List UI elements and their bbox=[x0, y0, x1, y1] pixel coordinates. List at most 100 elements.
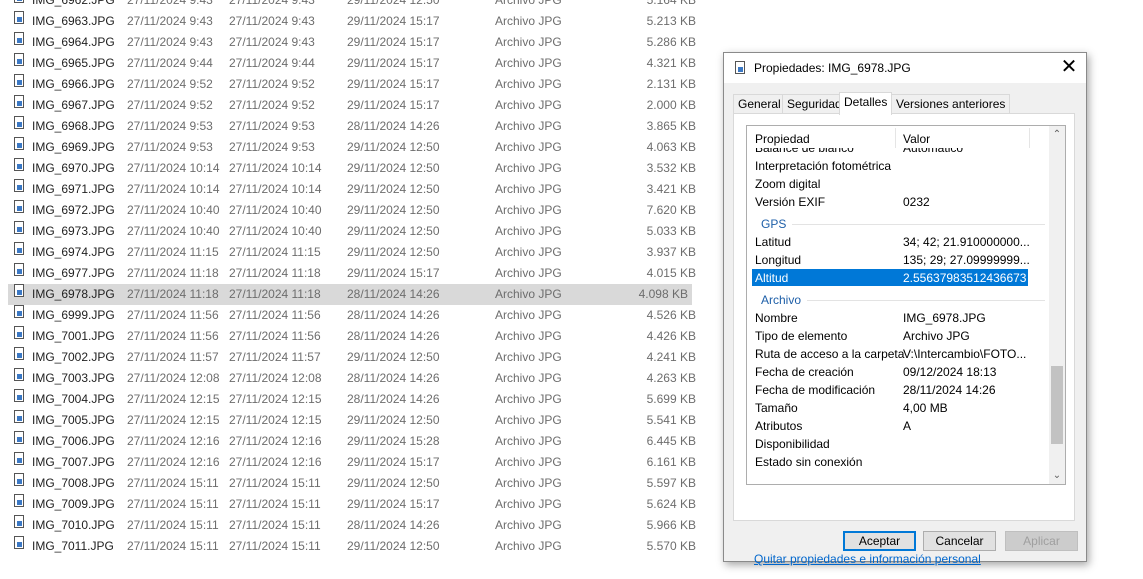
property-row[interactable]: Latitud 34; 42; 21.910000000... bbox=[747, 233, 1049, 251]
file-row[interactable]: IMG_6967.JPG 27/11/2024 9:52 27/11/2024 9:… bbox=[0, 95, 700, 116]
file-row[interactable]: IMG_6974.JPG 27/11/2024 11:15 27/11/2024 1… bbox=[0, 242, 700, 263]
property-name: Fecha de modificación bbox=[755, 383, 876, 397]
property-row[interactable]: Ruta de acceso a la carpeta V:\Intercambi… bbox=[747, 345, 1049, 363]
column-header-value[interactable]: Valor bbox=[903, 132, 930, 146]
file-row[interactable]: IMG_7010.JPG 27/11/2024 15:11 27/11/2024 1… bbox=[0, 515, 700, 536]
file-row[interactable]: IMG_7006.JPG 27/11/2024 12:16 27/11/2024 1… bbox=[0, 431, 700, 452]
column-separator[interactable] bbox=[895, 128, 896, 148]
property-row[interactable]: Altitud 2.55637983512436673 bbox=[747, 269, 1049, 287]
file-row[interactable]: IMG_6968.JPG 27/11/2024 9:53 27/11/2024 9:… bbox=[0, 116, 700, 137]
file-row[interactable]: IMG_7008.JPG 27/11/2024 15:11 27/11/2024 1… bbox=[0, 473, 700, 494]
file-type: Archivo JPG bbox=[495, 287, 562, 301]
file-size: 3.865 KB bbox=[646, 119, 696, 133]
property-group-header[interactable]: GPS bbox=[747, 215, 1049, 233]
file-row[interactable]: IMG_7001.JPG 27/11/2024 11:56 27/11/2024 1… bbox=[0, 326, 700, 347]
file-size: 4.241 KB bbox=[646, 350, 696, 364]
property-row[interactable]: Disponibilidad bbox=[747, 435, 1049, 453]
file-type: Archivo JPG bbox=[495, 98, 562, 112]
file-date-created: 27/11/2024 10:40 bbox=[229, 224, 322, 238]
file-row[interactable]: IMG_7005.JPG 27/11/2024 12:15 27/11/2024 1… bbox=[0, 410, 700, 431]
file-size: 3.421 KB bbox=[646, 182, 696, 196]
scroll-thumb[interactable] bbox=[1051, 366, 1063, 444]
property-row[interactable]: Zoom digital bbox=[747, 175, 1049, 193]
file-date-created: 27/11/2024 12:15 bbox=[229, 392, 322, 406]
tab-previous-versions[interactable]: Versiones anteriores bbox=[891, 94, 1011, 114]
tab-details[interactable]: Detalles bbox=[839, 92, 893, 115]
file-date-created: 27/11/2024 9:43 bbox=[229, 0, 315, 7]
file-row[interactable]: IMG_6969.JPG 27/11/2024 9:53 27/11/2024 9:… bbox=[0, 137, 700, 158]
cancel-button[interactable]: Cancelar bbox=[923, 531, 996, 551]
file-name: IMG_6968.JPG bbox=[32, 119, 115, 133]
property-value: 4,00 MB bbox=[903, 401, 948, 415]
jpg-file-icon bbox=[14, 494, 24, 507]
jpg-file-icon bbox=[14, 74, 24, 87]
file-date-modified: 29/11/2024 15:17 bbox=[347, 98, 440, 112]
property-value: 09/12/2024 18:13 bbox=[903, 365, 997, 379]
file-row[interactable]: IMG_6999.JPG 27/11/2024 11:56 27/11/2024 1… bbox=[0, 305, 700, 326]
ok-button[interactable]: Aceptar bbox=[843, 531, 916, 551]
property-row[interactable]: Estado sin conexión bbox=[747, 453, 1049, 471]
file-date-modified: 28/11/2024 14:26 bbox=[347, 308, 440, 322]
file-row[interactable]: IMG_7009.JPG 27/11/2024 15:11 27/11/2024 1… bbox=[0, 494, 700, 515]
property-row[interactable]: Tipo de elemento Archivo JPG bbox=[747, 327, 1049, 345]
vertical-scrollbar[interactable]: ⌃ ⌄ bbox=[1049, 126, 1065, 484]
file-row[interactable]: IMG_7003.JPG 27/11/2024 12:08 27/11/2024 1… bbox=[0, 368, 700, 389]
file-date-created: 27/11/2024 10:14 bbox=[229, 182, 322, 196]
apply-button[interactable]: Aplicar bbox=[1005, 531, 1078, 551]
file-row[interactable]: IMG_6978.JPG 27/11/2024 11:18 27/11/2024 1… bbox=[8, 284, 692, 305]
file-size: 4.263 KB bbox=[646, 371, 696, 385]
file-row[interactable]: IMG_6977.JPG 27/11/2024 11:18 27/11/2024 1… bbox=[0, 263, 700, 284]
file-row[interactable]: IMG_7002.JPG 27/11/2024 11:57 27/11/2024 1… bbox=[0, 347, 700, 368]
file-row[interactable]: IMG_7007.JPG 27/11/2024 12:16 27/11/2024 1… bbox=[0, 452, 700, 473]
tab-security[interactable]: Seguridad bbox=[782, 94, 847, 114]
file-row[interactable]: IMG_6963.JPG 27/11/2024 9:43 27/11/2024 9:… bbox=[0, 11, 700, 32]
jpg-file-icon bbox=[14, 242, 24, 255]
property-row[interactable]: Longitud 135; 29; 27.09999999... bbox=[747, 251, 1049, 269]
file-row[interactable]: IMG_6972.JPG 27/11/2024 10:40 27/11/2024 1… bbox=[0, 200, 700, 221]
tab-general[interactable]: General bbox=[733, 94, 786, 114]
jpg-file-icon bbox=[14, 95, 24, 108]
property-name: Interpretación fotométrica bbox=[755, 159, 892, 173]
file-row[interactable]: IMG_6971.JPG 27/11/2024 10:14 27/11/2024 1… bbox=[0, 179, 700, 200]
file-row[interactable]: IMG_6970.JPG 27/11/2024 10:14 27/11/2024 1… bbox=[0, 158, 700, 179]
property-group-header[interactable]: Archivo bbox=[747, 291, 1049, 309]
column-separator[interactable] bbox=[1029, 128, 1030, 148]
file-size: 5.164 KB bbox=[646, 0, 696, 7]
jpg-file-icon bbox=[14, 137, 24, 150]
property-name: Altitud bbox=[755, 271, 789, 285]
property-row[interactable]: Fecha de creación 09/12/2024 18:13 bbox=[747, 363, 1049, 381]
dialog-titlebar[interactable]: Propiedades: IMG_6978.JPG ✕ bbox=[724, 53, 1086, 83]
file-row[interactable]: IMG_6966.JPG 27/11/2024 9:52 27/11/2024 9:… bbox=[0, 74, 700, 95]
file-row[interactable]: IMG_6962.JPG 27/11/2024 9:43 27/11/2024 9:… bbox=[0, 0, 700, 11]
scroll-up-icon[interactable]: ⌃ bbox=[1049, 126, 1065, 143]
property-row[interactable]: Atributos A bbox=[747, 417, 1049, 435]
file-type: Archivo JPG bbox=[495, 371, 562, 385]
remove-properties-link[interactable]: Quitar propiedades e información persona… bbox=[754, 552, 981, 566]
file-date-created: 27/11/2024 11:56 bbox=[229, 329, 321, 343]
property-row[interactable]: Fecha de modificación 28/11/2024 14:26 bbox=[747, 381, 1049, 399]
property-name: Atributos bbox=[755, 419, 803, 433]
file-row[interactable]: IMG_6965.JPG 27/11/2024 9:44 27/11/2024 9:… bbox=[0, 53, 700, 74]
column-header-property[interactable]: Propiedad bbox=[755, 132, 810, 146]
file-date-modified: 29/11/2024 15:17 bbox=[347, 77, 440, 91]
file-date-created: 27/11/2024 9:53 bbox=[229, 140, 315, 154]
file-type: Archivo JPG bbox=[495, 392, 562, 406]
file-date-taken: 27/11/2024 10:14 bbox=[127, 182, 220, 196]
file-date-taken: 27/11/2024 15:11 bbox=[127, 539, 219, 553]
scroll-down-icon[interactable]: ⌄ bbox=[1049, 467, 1065, 484]
property-row[interactable]: Interpretación fotométrica bbox=[747, 157, 1049, 175]
property-row[interactable]: Versión EXIF 0232 bbox=[747, 193, 1049, 211]
file-date-modified: 29/11/2024 15:17 bbox=[347, 35, 440, 49]
file-date-created: 27/11/2024 10:14 bbox=[229, 161, 322, 175]
file-row[interactable]: IMG_7011.JPG 27/11/2024 15:11 27/11/2024 1… bbox=[0, 536, 700, 557]
property-list[interactable]: Propiedad Valor ⌃ ⌄ Balance de blanco Aut… bbox=[746, 125, 1066, 485]
file-date-modified: 28/11/2024 14:26 bbox=[347, 329, 440, 343]
file-row[interactable]: IMG_6964.JPG 27/11/2024 9:43 27/11/2024 9:… bbox=[0, 32, 700, 53]
file-type: Archivo JPG bbox=[495, 497, 562, 511]
file-row[interactable]: IMG_7004.JPG 27/11/2024 12:15 27/11/2024 1… bbox=[0, 389, 700, 410]
property-row[interactable]: Nombre IMG_6978.JPG bbox=[747, 309, 1049, 327]
file-date-modified: 29/11/2024 12:50 bbox=[347, 140, 440, 154]
property-row[interactable]: Tamaño 4,00 MB bbox=[747, 399, 1049, 417]
file-row[interactable]: IMG_6973.JPG 27/11/2024 10:40 27/11/2024 1… bbox=[0, 221, 700, 242]
close-button[interactable]: ✕ bbox=[1052, 53, 1086, 83]
